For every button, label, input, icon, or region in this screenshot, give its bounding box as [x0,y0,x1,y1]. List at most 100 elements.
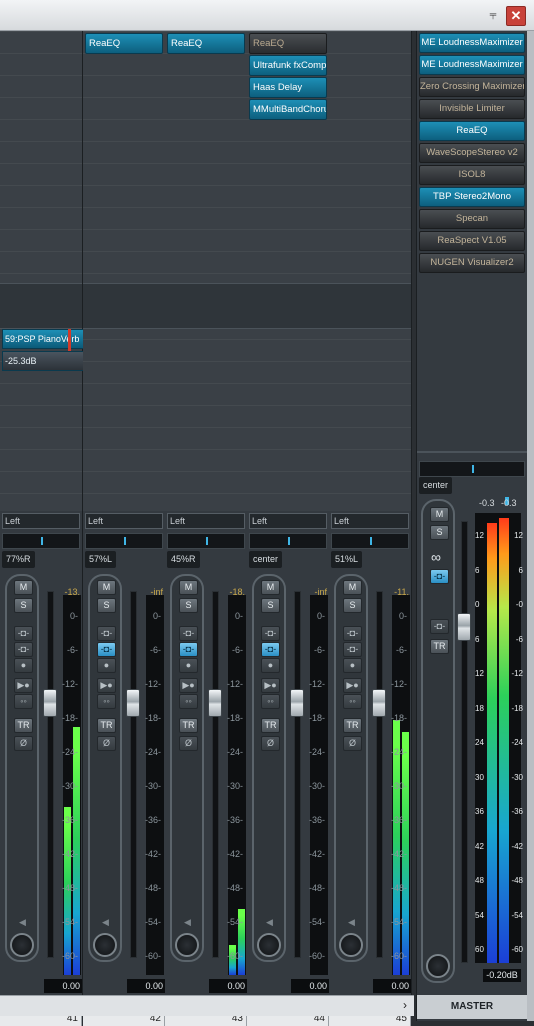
master-fx-slot[interactable]: ME LoudnessMaximizer [419,33,525,53]
master-fx-slot[interactable]: ReaSpect V1.05 [419,231,525,251]
horizontal-scrollbar[interactable]: › [0,995,414,1016]
width-knob[interactable] [426,954,450,978]
master-fader[interactable] [457,613,471,641]
solo-button[interactable]: S [261,598,280,613]
record-arm-button[interactable]: ▶● [179,678,198,693]
phase-invert-button[interactable]: Ø [97,736,116,751]
track-routing-button[interactable]: TR [179,718,198,733]
record-monitor-button[interactable]: ● [97,658,116,673]
speaker-icon[interactable]: ◀ [343,916,360,929]
io-selector[interactable]: Left [167,513,245,529]
volume-fader[interactable] [290,689,304,717]
master-fx-slot[interactable]: Invisible Limiter [419,99,525,119]
fx-bypass-button[interactable]: -◘- [179,626,198,641]
record-monitor-button[interactable]: ● [261,658,280,673]
fx-bypass-button[interactable]: -◘- [343,626,362,641]
automation-button[interactable]: ◦◦ [14,694,33,709]
mute-button[interactable]: M [179,580,198,595]
io-selector[interactable]: Left [85,513,163,529]
volume-fader[interactable] [43,689,57,717]
fx-bypass-button[interactable]: -◘- [97,626,116,641]
fx-slot[interactable]: ReaEQ [167,33,245,54]
master-fx-slot[interactable]: TBP Stereo2Mono [419,187,525,207]
track-routing-button[interactable]: TR [261,718,280,733]
speaker-icon[interactable]: ◀ [261,916,278,929]
fx-slot[interactable]: ReaEQ [249,33,327,54]
solo-button[interactable]: S [14,598,33,613]
volume-fader[interactable] [208,689,222,717]
vertical-scrollbar[interactable] [527,31,534,1021]
fx-slot[interactable]: Ultrafunk fxCompr [249,55,327,76]
io-selector[interactable]: Left [331,513,409,529]
speaker-icon[interactable]: ◀ [14,916,31,929]
solo-button[interactable]: S [97,598,116,613]
master-fx-slot[interactable]: ISOL8 [419,165,525,185]
record-monitor-button[interactable]: ● [14,658,33,673]
width-knob[interactable] [175,933,199,957]
solo-button[interactable]: S [343,598,362,613]
track-routing-button[interactable]: TR [430,639,449,654]
master-fx-slot[interactable]: Specan [419,209,525,229]
master-pan-slider[interactable] [419,461,525,477]
solo-button[interactable]: S [430,525,449,540]
pan-slider[interactable] [2,533,80,549]
link-icon[interactable]: ∞ [431,549,441,565]
volume-fader[interactable] [126,689,140,717]
mute-button[interactable]: M [97,580,116,595]
speaker-icon[interactable]: ◀ [179,916,196,929]
record-monitor-button[interactable]: ● [343,658,362,673]
fx-enable-button[interactable]: -◘- [343,642,362,657]
fx-bypass-button[interactable]: -◘- [14,626,33,641]
mute-button[interactable]: M [430,507,449,522]
master-fx-slot[interactable]: NUGEN Visualizer2 [419,253,525,273]
chevron-right-icon[interactable]: › [398,998,412,1012]
fx-bypass-button[interactable]: -◘- [261,626,280,641]
send-slot[interactable]: 59:PSP PianoVerb [2,329,84,349]
pan-slider[interactable] [167,533,245,549]
mute-button[interactable]: M [261,580,280,595]
automation-button[interactable]: ◦◦ [261,694,280,709]
record-monitor-button[interactable]: -◘- [430,619,449,634]
send-slot[interactable]: -25.3dB [2,351,84,371]
phase-invert-button[interactable]: Ø [261,736,280,751]
io-selector[interactable]: Left [2,513,80,529]
automation-button[interactable]: ◦◦ [97,694,116,709]
master-fx-slot[interactable]: Zero Crossing Maximizer [419,77,525,97]
record-arm-button[interactable]: ▶● [14,678,33,693]
fx-slot[interactable]: MMultiBandChorus [249,99,327,120]
width-knob[interactable] [10,933,34,957]
track-routing-button[interactable]: TR [97,718,116,733]
width-knob[interactable] [339,933,363,957]
master-fx-slot[interactable]: ReaEQ [419,121,525,141]
record-monitor-button[interactable]: ● [179,658,198,673]
master-fx-slot[interactable]: ME LoudnessMaximizer [419,55,525,75]
width-knob[interactable] [93,933,117,957]
fx-enable-button[interactable]: -◘- [261,642,280,657]
record-arm-button[interactable]: ▶● [343,678,362,693]
pan-slider[interactable] [249,533,327,549]
automation-button[interactable]: ◦◦ [179,694,198,709]
phase-invert-button[interactable]: Ø [179,736,198,751]
master-fx-slot[interactable]: WaveScopeStereo v2 [419,143,525,163]
record-arm-button[interactable]: ▶● [261,678,280,693]
fx-slot[interactable]: Haas Delay [249,77,327,98]
fx-enable-button[interactable]: -◘- [14,642,33,657]
mute-button[interactable]: M [14,580,33,595]
track-routing-button[interactable]: TR [14,718,33,733]
fx-bypass-button[interactable]: -◘- [430,569,449,584]
fx-enable-button[interactable]: -◘- [179,642,198,657]
pin-icon[interactable]: ⫧ [484,6,502,24]
io-selector[interactable]: Left [249,513,327,529]
phase-invert-button[interactable]: Ø [14,736,33,751]
close-button[interactable]: ✕ [506,6,526,26]
pan-slider[interactable] [331,533,409,549]
automation-button[interactable]: ◦◦ [343,694,362,709]
pan-slider[interactable] [85,533,163,549]
fx-enable-button[interactable]: -◘- [97,642,116,657]
volume-fader[interactable] [372,689,386,717]
mute-button[interactable]: M [343,580,362,595]
phase-invert-button[interactable]: Ø [343,736,362,751]
record-arm-button[interactable]: ▶● [97,678,116,693]
fx-slot[interactable]: ReaEQ [85,33,163,54]
width-knob[interactable] [257,933,281,957]
